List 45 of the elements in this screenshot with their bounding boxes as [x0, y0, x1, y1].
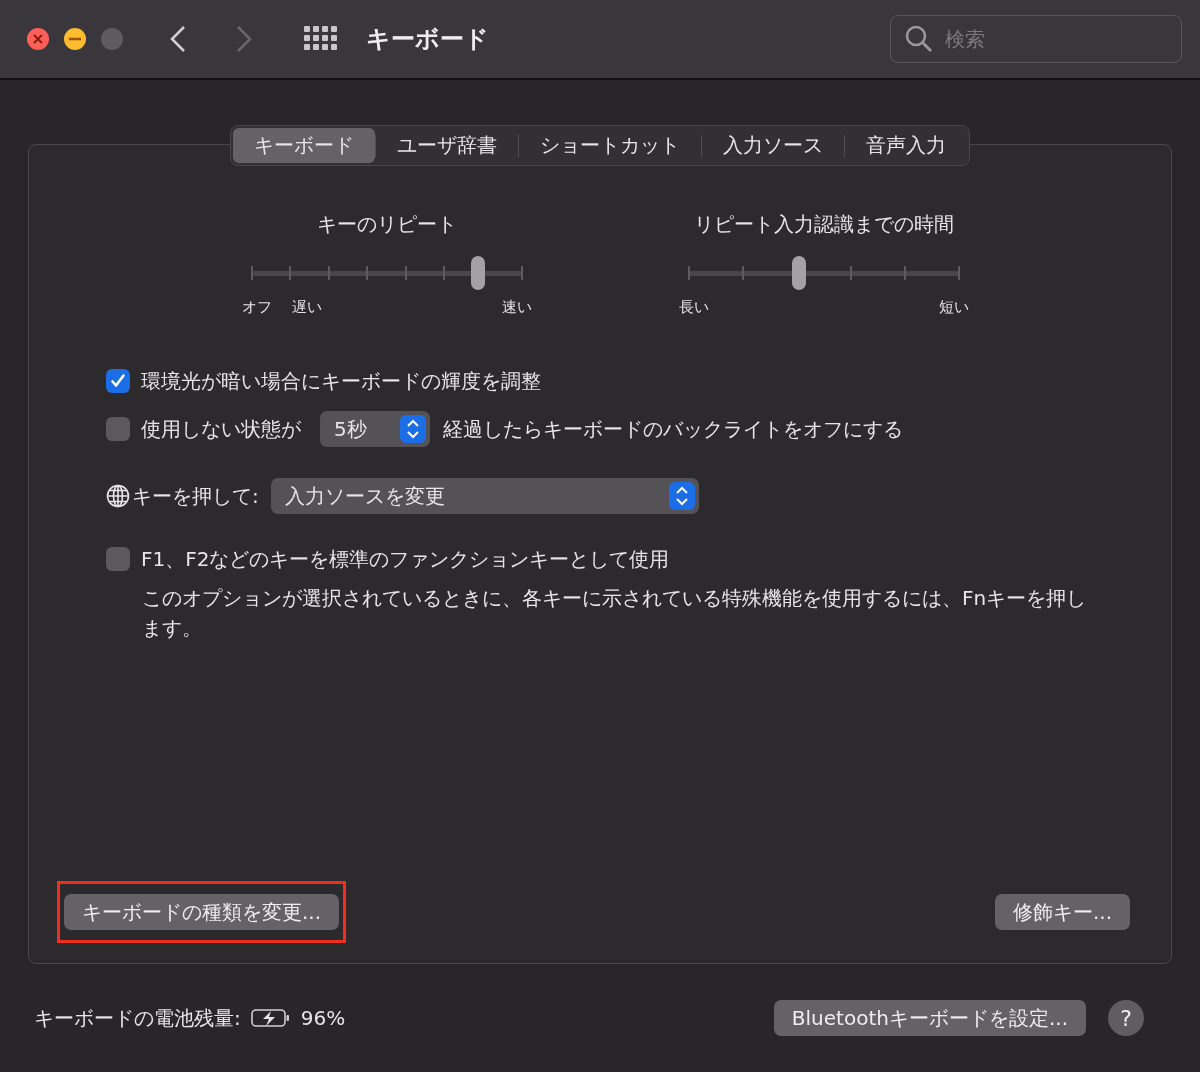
search-icon	[904, 24, 934, 54]
panel-button[interactable]: 修飾キー...	[994, 894, 1130, 930]
slider-title: リピート入力認識までの時間	[693, 211, 954, 238]
slider-track[interactable]	[688, 256, 959, 292]
checkmark-icon	[109, 372, 127, 390]
option-description: このオプションが選択されているときに、各キーに示されている特殊機能を使用するには、Fnキーを押します。	[142, 585, 1088, 642]
bluetooth-setup-button[interactable]: Bluetoothキーボードを設定...	[773, 1000, 1086, 1036]
tab[interactable]: 入力ソース	[702, 128, 844, 163]
globe-icon	[106, 484, 130, 508]
tab[interactable]: 音声入力	[845, 128, 967, 163]
option-label: 環境光が暗い場合にキーボードの輝度を調整	[141, 367, 541, 395]
slider-label: オフ	[241, 298, 272, 317]
battery-percent: 96%	[300, 1006, 346, 1030]
slider-label: 短い	[938, 298, 969, 317]
help-button[interactable]: ?	[1108, 1000, 1144, 1036]
charging-battery-icon	[250, 1008, 291, 1028]
search-field[interactable]: 検索	[890, 15, 1182, 63]
slider-track[interactable]	[251, 256, 522, 292]
minimize-icon[interactable]	[63, 27, 87, 51]
checkbox[interactable]	[106, 369, 130, 393]
back-icon[interactable]	[168, 24, 188, 54]
slider-label: 速い	[501, 298, 532, 317]
popup-button[interactable]: 入力ソースを変更	[270, 478, 699, 514]
option-label: キーを押して:	[132, 482, 259, 510]
slider-label: 遅い	[291, 298, 322, 317]
option-label: 使用しない状態が	[141, 415, 301, 443]
option-label: 経過したらキーボードのバックライトをオフにする	[443, 415, 903, 443]
panel-button[interactable]: キーボードの種類を変更...	[64, 894, 340, 930]
checkbox[interactable]	[106, 547, 130, 571]
checkbox[interactable]	[106, 417, 130, 441]
slider-label: 長い	[678, 298, 709, 317]
slider-title: キーのリピート	[316, 211, 457, 238]
tab[interactable]: ユーザ辞書	[376, 128, 518, 163]
tab[interactable]: ショートカット	[519, 128, 701, 163]
grid-icon[interactable]	[304, 26, 338, 52]
stepper-icon	[668, 482, 695, 510]
tab[interactable]: キーボード	[233, 128, 375, 163]
popup-button[interactable]: 5秒	[320, 411, 430, 447]
stepper-icon	[400, 415, 426, 443]
battery-label: キーボードの電池残量:	[34, 1004, 241, 1032]
slider-thumb[interactable]	[792, 256, 807, 290]
close-icon[interactable]	[26, 27, 50, 51]
option-label: F1、F2などのキーを標準のファンクションキーとして使用	[141, 545, 670, 573]
window-title: キーボード	[366, 24, 489, 55]
slider-thumb[interactable]	[471, 256, 486, 290]
